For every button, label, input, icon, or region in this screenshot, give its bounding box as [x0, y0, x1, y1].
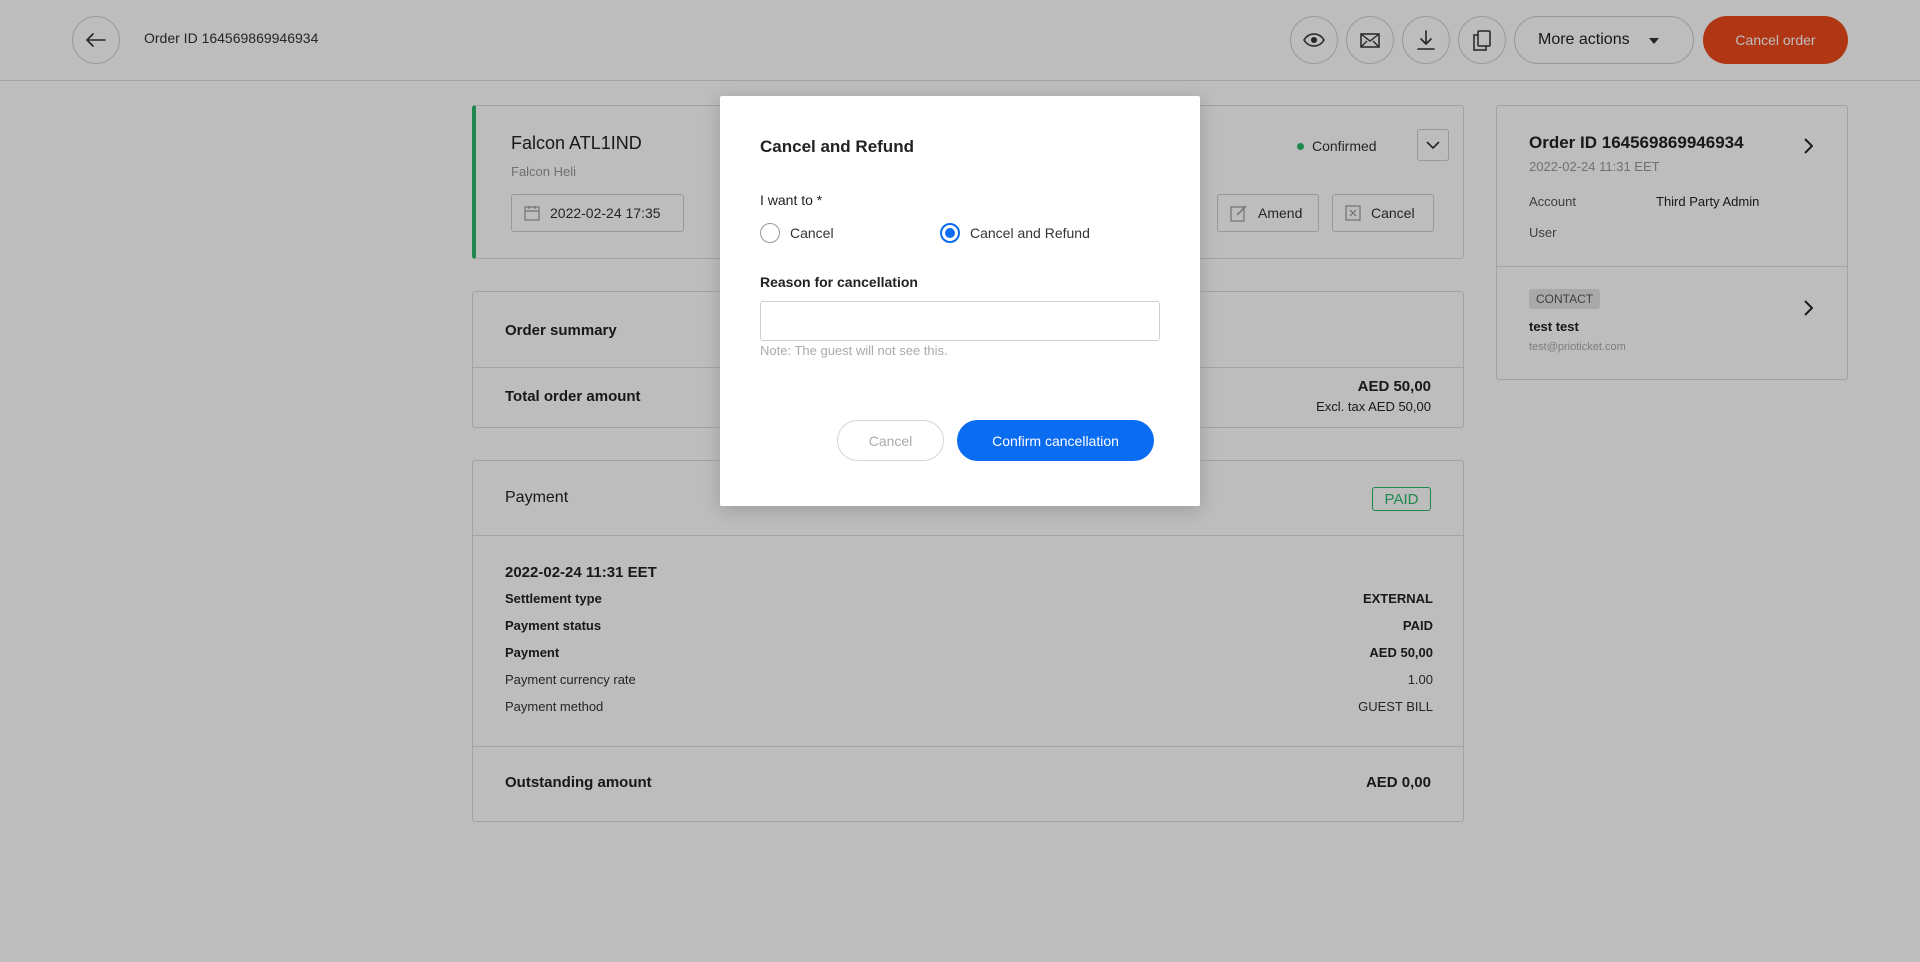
want-to-label: I want to *	[760, 192, 823, 208]
confirm-cancellation-button[interactable]: Confirm cancellation	[957, 420, 1154, 461]
radio-label: Cancel	[790, 225, 834, 241]
radio-option-cancel[interactable]: Cancel	[760, 223, 834, 243]
dialog-title: Cancel and Refund	[760, 137, 914, 156]
radio-button[interactable]	[760, 223, 780, 243]
dialog-cancel-button[interactable]: Cancel	[837, 420, 944, 461]
cancel-refund-dialog: Cancel and Refund I want to * Cancel Can…	[720, 96, 1200, 506]
reason-note: Note: The guest will not see this.	[760, 343, 948, 358]
reason-label: Reason for cancellation	[760, 274, 918, 290]
radio-label: Cancel and Refund	[970, 225, 1090, 241]
radio-option-cancel-and-refund[interactable]: Cancel and Refund	[940, 223, 1090, 243]
radio-button[interactable]	[940, 223, 960, 243]
reason-input[interactable]	[760, 301, 1160, 341]
